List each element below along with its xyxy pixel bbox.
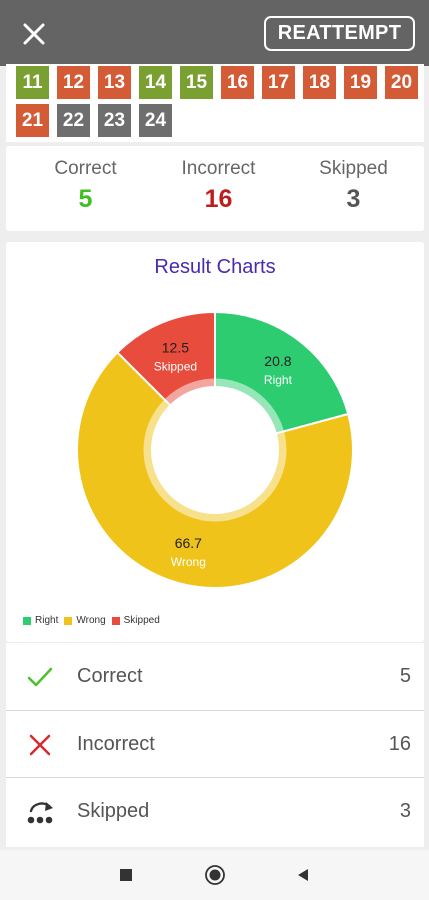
legend-label: Skipped bbox=[123, 615, 160, 626]
question-grid: 11 12 13 14 15 16 17 18 19 20 21 22 23 24 bbox=[6, 64, 424, 142]
slice-name-label: Wrong bbox=[171, 555, 206, 569]
skipped-summary: Skipped 3 bbox=[284, 158, 423, 214]
question-number-box[interactable]: 18 bbox=[303, 66, 336, 99]
cross-icon bbox=[26, 731, 54, 759]
legend-label: Right bbox=[35, 615, 59, 626]
result-chart-card: Result Charts 20.8 Right 66.7 Wrong 12.5 Skip… bbox=[6, 242, 424, 642]
question-number-box[interactable]: 23 bbox=[98, 104, 131, 137]
home-icon[interactable] bbox=[203, 863, 227, 887]
result-summary: Correct 5 Incorrect 16 Skipped 3 bbox=[6, 146, 424, 231]
slice-value-label: 20.8 bbox=[264, 353, 291, 369]
list-item-incorrect[interactable]: Incorrect 16 bbox=[6, 711, 424, 778]
result-list: Correct 5 Incorrect 16 Skipped 3 bbox=[6, 643, 424, 847]
question-number-box[interactable]: 13 bbox=[98, 66, 131, 99]
incorrect-label: Incorrect bbox=[181, 158, 256, 179]
list-item-label: Skipped bbox=[77, 800, 150, 822]
legend-swatch bbox=[23, 616, 31, 625]
back-icon[interactable] bbox=[291, 863, 315, 887]
question-row: 11 12 13 14 15 16 17 18 19 20 bbox=[16, 66, 426, 99]
checkmark-icon bbox=[26, 663, 54, 691]
legend-item: Wrong bbox=[64, 615, 106, 626]
list-item-value: 16 bbox=[388, 733, 411, 755]
slice-value-label: 12.5 bbox=[162, 339, 189, 355]
list-item-skipped[interactable]: Skipped 3 bbox=[6, 778, 424, 845]
reattempt-button[interactable]: REATTEMPT bbox=[264, 16, 415, 51]
question-number-box[interactable]: 11 bbox=[16, 66, 49, 99]
question-number-box[interactable]: 15 bbox=[180, 66, 213, 99]
question-number-box[interactable]: 21 bbox=[16, 104, 49, 137]
list-item-value: 5 bbox=[399, 665, 411, 687]
legend-item: Right bbox=[23, 615, 58, 626]
slice-name-label: Right bbox=[264, 373, 293, 387]
skipped-count: 3 bbox=[346, 185, 361, 213]
skipped-label: Skipped bbox=[319, 158, 388, 179]
recent-apps-icon[interactable] bbox=[114, 863, 138, 887]
incorrect-count: 16 bbox=[204, 185, 233, 213]
incorrect-summary: Incorrect 16 bbox=[149, 158, 288, 214]
question-number-box[interactable]: 20 bbox=[385, 66, 418, 99]
close-icon[interactable] bbox=[18, 18, 50, 50]
question-number-box[interactable]: 12 bbox=[57, 66, 90, 99]
navigation-bar bbox=[0, 850, 429, 900]
top-bar: REATTEMPT bbox=[0, 0, 429, 66]
slice-name-label: Skipped bbox=[154, 359, 197, 373]
donut-inner-ring bbox=[143, 378, 287, 522]
correct-count: 5 bbox=[78, 185, 93, 213]
legend-swatch bbox=[64, 616, 73, 625]
donut-chart: 20.8 Right 66.7 Wrong 12.5 Skipped bbox=[76, 310, 354, 589]
legend-item: Skipped bbox=[111, 615, 160, 626]
legend-swatch bbox=[111, 616, 120, 625]
list-item-value: 3 bbox=[399, 800, 411, 822]
list-item-label: Incorrect bbox=[77, 733, 155, 755]
question-number-box[interactable]: 22 bbox=[57, 104, 90, 137]
list-item-correct[interactable]: Correct 5 bbox=[6, 643, 424, 710]
chart-legend: Right Wrong Skipped bbox=[23, 615, 166, 626]
list-item-label: Correct bbox=[77, 665, 143, 687]
legend-label: Wrong bbox=[76, 615, 106, 626]
question-row: 21 22 23 24 bbox=[16, 104, 180, 137]
question-number-box[interactable]: 14 bbox=[139, 66, 172, 99]
question-number-box[interactable]: 16 bbox=[221, 66, 254, 99]
question-number-box[interactable]: 17 bbox=[262, 66, 295, 99]
slice-value-label: 66.7 bbox=[175, 535, 202, 551]
correct-label: Correct bbox=[54, 158, 117, 179]
correct-summary: Correct 5 bbox=[16, 158, 155, 214]
skip-icon bbox=[26, 798, 54, 826]
question-number-box[interactable]: 19 bbox=[344, 66, 377, 99]
question-number-box[interactable]: 24 bbox=[139, 104, 172, 137]
